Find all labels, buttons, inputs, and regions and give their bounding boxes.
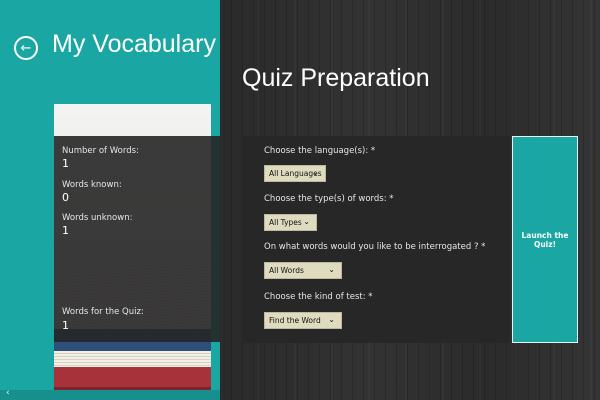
- chevron-left-icon[interactable]: ‹: [6, 389, 10, 398]
- interrogate-dropdown-value: All Words: [269, 266, 304, 275]
- test-kind-label: Choose the kind of test: *: [264, 292, 373, 302]
- horizontal-scrollbar[interactable]: [0, 390, 220, 400]
- words-known-label: Words known:: [62, 180, 122, 190]
- words-unknown-label: Words unknown:: [62, 213, 133, 223]
- words-for-quiz-label: Words for the Quiz:: [62, 307, 144, 317]
- word-type-dropdown[interactable]: All Types ⌄: [264, 214, 317, 231]
- word-type-dropdown-value: All Types: [269, 218, 302, 227]
- interrogate-label: On what words would you like to be inter…: [264, 242, 486, 252]
- words-known-value: 0: [62, 191, 69, 204]
- words-for-quiz-value: 1: [62, 319, 69, 332]
- words-unknown-value: 1: [62, 224, 69, 237]
- chevron-down-icon: ⌄: [328, 315, 335, 324]
- vocabulary-stats-panel: Number of Words: 1 Words known: 0 Words …: [54, 136, 220, 342]
- interrogate-dropdown[interactable]: All Words ⌄: [264, 262, 342, 279]
- chevron-down-icon: ⌄: [312, 168, 319, 177]
- number-of-words-label: Number of Words:: [62, 146, 139, 156]
- red-book: [54, 367, 211, 387]
- number-of-words-value: 1: [62, 157, 69, 170]
- back-button[interactable]: ←: [14, 36, 38, 60]
- back-arrow-icon: ←: [20, 40, 32, 56]
- test-kind-dropdown-value: Find the Word: [269, 316, 321, 325]
- chevron-down-icon: ⌄: [328, 265, 335, 274]
- language-label: Choose the language(s): *: [264, 146, 376, 156]
- launch-quiz-button[interactable]: Launch the Quiz!: [512, 136, 578, 343]
- page-title: Quiz Preparation: [242, 64, 430, 92]
- chevron-down-icon: ⌄: [303, 217, 310, 226]
- app-title: My Vocabulary: [52, 30, 216, 58]
- test-kind-dropdown[interactable]: Find the Word ⌄: [264, 312, 342, 329]
- word-type-label: Choose the type(s) of words: *: [264, 194, 394, 204]
- language-dropdown[interactable]: All Languages ⌄: [264, 165, 326, 182]
- book-pages-edge: [54, 351, 211, 367]
- quiz-options-panel: Choose the language(s): * All Languages …: [242, 136, 510, 343]
